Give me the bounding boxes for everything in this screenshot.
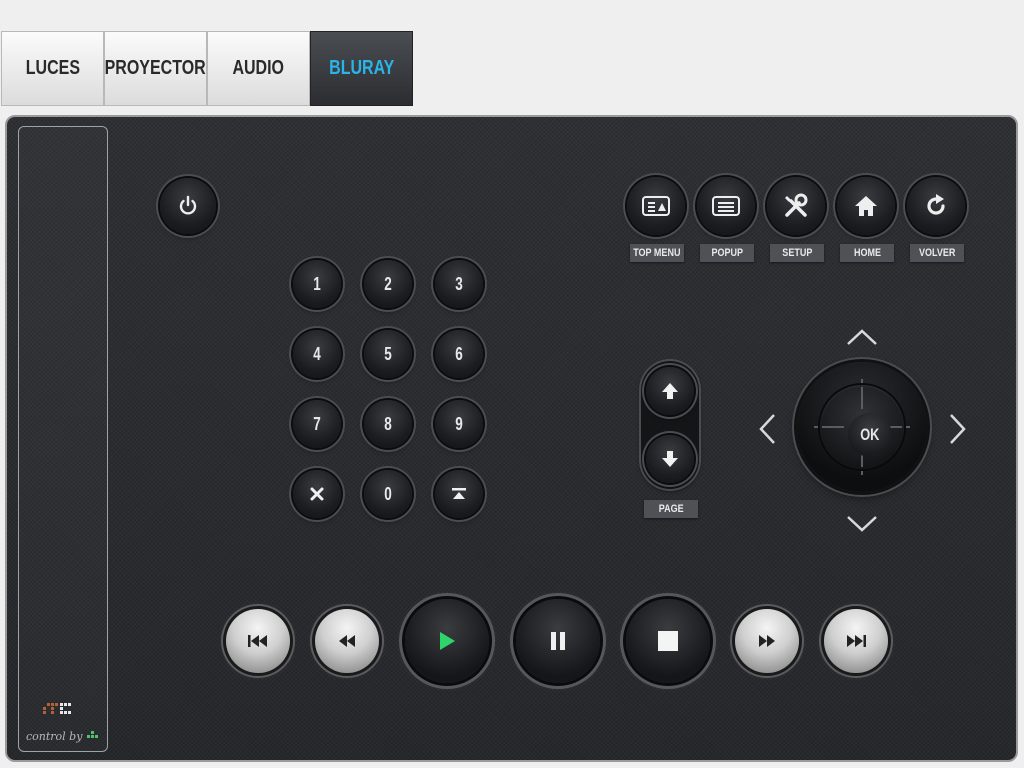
return-icon [927,194,945,215]
key-3[interactable]: 3 [435,260,483,308]
power-icon [179,195,197,215]
key-2[interactable]: 2 [364,260,412,308]
eject-button[interactable] [435,470,483,518]
power-button[interactable] [160,178,216,234]
eject-icon [452,488,466,499]
nav-right-arrow[interactable] [939,412,973,446]
tab-luces[interactable]: LUCES [1,31,104,106]
page-up-button[interactable] [646,367,694,415]
play-button[interactable] [405,599,489,683]
play-icon [440,632,455,650]
arrow-down-icon [662,451,678,467]
page-down-button[interactable] [646,435,694,483]
key-6[interactable]: 6 [435,330,483,378]
branding-text: control by [26,730,83,743]
next-button[interactable] [824,609,888,673]
volver-button[interactable] [907,177,965,235]
tools-icon [785,193,808,217]
popup-label: POPUP [700,244,754,262]
key-5[interactable]: 5 [364,330,412,378]
nav-left-arrow[interactable] [752,412,786,446]
ok-button[interactable]: OK [848,413,892,457]
setup-button[interactable] [767,177,825,235]
dpad[interactable]: OK [797,362,927,492]
home-button[interactable] [837,177,895,235]
key-8[interactable]: 8 [364,400,412,448]
top-menu-label: TOP MENU [630,244,684,262]
dpad-center-ring: OK [820,385,904,469]
tab-label: PROYECTOR [104,57,207,79]
tab-label: LUCES [25,57,80,79]
key-7[interactable]: 7 [293,400,341,448]
tab-audio[interactable]: AUDIO [207,31,310,106]
pause-button[interactable] [516,599,600,683]
fast-forward-button[interactable] [735,609,799,673]
rewind-button[interactable] [315,609,379,673]
key-0[interactable]: 0 [364,470,412,518]
volver-label: VOLVER [910,244,964,262]
rewind-icon [339,635,355,647]
key-1[interactable]: 1 [293,260,341,308]
remote-panel: control by TOP MENU POPUP SETUP HOME VOL… [5,115,1018,762]
stop-icon [658,631,678,651]
popup-menu-icon [712,196,740,216]
popup-button[interactable] [697,177,755,235]
key-9[interactable]: 9 [435,400,483,448]
home-label: HOME [840,244,894,262]
home-icon [855,196,877,216]
page-control [641,361,699,489]
top-menu-icon [642,196,670,216]
page-label: PAGE [644,500,698,518]
key-4[interactable]: 4 [293,330,341,378]
dpad-tick [861,387,863,409]
close-icon [310,487,324,501]
tab-bar: LUCES PROYECTOR AUDIO BLURAY [1,31,413,106]
top-menu-button[interactable] [627,177,685,235]
arrow-up-icon [662,383,678,399]
nav-up-arrow[interactable] [845,322,879,356]
sidebar: control by [18,126,108,752]
clear-button[interactable] [293,470,341,518]
tab-label: BLURAY [328,57,395,79]
stop-button[interactable] [626,599,710,683]
pause-icon [551,632,565,650]
tab-bluray[interactable]: BLURAY [310,31,413,106]
setup-label: SETUP [770,244,824,262]
fast-forward-icon [759,635,775,647]
tab-label: AUDIO [232,57,285,79]
tab-proyector[interactable]: PROYECTOR [104,31,207,106]
nav-down-arrow[interactable] [845,505,879,539]
dpad-tick [822,426,844,428]
previous-button[interactable] [226,609,290,673]
skip-back-icon [248,635,267,647]
skip-forward-icon [847,635,866,647]
